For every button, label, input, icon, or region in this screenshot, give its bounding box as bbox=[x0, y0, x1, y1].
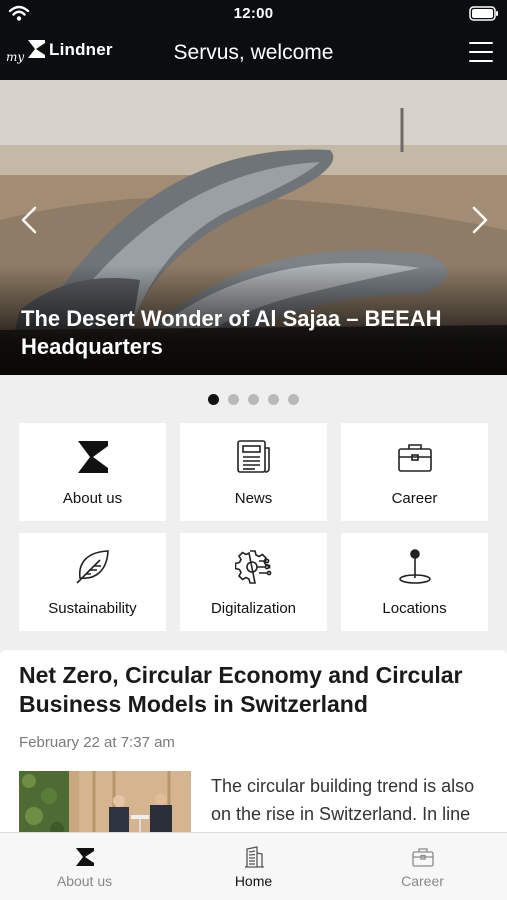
gear-circuit-icon bbox=[234, 550, 271, 584]
briefcase-icon bbox=[397, 444, 432, 472]
tile-label: Sustainability bbox=[48, 600, 137, 617]
app-screen: 12:00 my Lindner Servus, welcome The Des… bbox=[0, 0, 507, 900]
tile-locations[interactable]: Locations bbox=[341, 533, 488, 631]
article-date: February 22 at 7:37 am bbox=[19, 734, 175, 751]
tile-label: About us bbox=[62, 490, 123, 507]
pagination-dot[interactable] bbox=[248, 394, 259, 405]
article-excerpt[interactable]: The circular building trend is also on t… bbox=[211, 772, 487, 828]
hero-caption[interactable]: The Desert Wonder of Al Sajaa – BEEAH He… bbox=[21, 305, 487, 361]
tile-label: Locations bbox=[382, 600, 447, 617]
pagination-dot[interactable] bbox=[208, 394, 219, 405]
battery-icon bbox=[469, 6, 498, 21]
tab-label: Home bbox=[234, 873, 273, 889]
app-header: my Lindner Servus, welcome bbox=[0, 28, 507, 80]
article-thumbnail[interactable] bbox=[19, 771, 191, 841]
tile-about-us[interactable]: About us bbox=[19, 423, 166, 521]
newspaper-icon bbox=[236, 440, 270, 473]
tab-label: About us bbox=[56, 873, 113, 889]
pagination-dot[interactable] bbox=[288, 394, 299, 405]
chevron-left-icon[interactable] bbox=[10, 200, 50, 240]
tile-sustainability[interactable]: Sustainability bbox=[19, 533, 166, 631]
tile-label: Digitalization bbox=[210, 600, 297, 617]
tile-news[interactable]: News bbox=[180, 423, 327, 521]
tab-home[interactable]: Home bbox=[169, 833, 338, 900]
welcome-title: Servus, welcome bbox=[173, 41, 334, 64]
lindner-logo-icon bbox=[77, 441, 108, 473]
bottom-tab-bar: About us Home Career bbox=[0, 832, 507, 900]
tab-about-us[interactable]: About us bbox=[0, 833, 169, 900]
chevron-right-icon[interactable] bbox=[459, 200, 499, 240]
pagination-dot[interactable] bbox=[228, 394, 239, 405]
briefcase-icon bbox=[411, 848, 434, 867]
leaf-icon bbox=[75, 550, 109, 584]
news-article-card[interactable]: Net Zero, Circular Economy and Circular … bbox=[0, 650, 507, 850]
tile-career[interactable]: Career bbox=[341, 423, 488, 521]
lindner-logo-icon bbox=[75, 848, 94, 866]
hamburger-menu-icon[interactable] bbox=[469, 42, 493, 64]
tile-digitalization[interactable]: Digitalization bbox=[180, 533, 327, 631]
tile-label: News bbox=[234, 490, 273, 507]
pagination-dot[interactable] bbox=[268, 394, 279, 405]
status-time: 12:00 bbox=[233, 5, 274, 22]
hero-carousel[interactable]: The Desert Wonder of Al Sajaa – BEEAH He… bbox=[0, 80, 507, 375]
tab-career[interactable]: Career bbox=[338, 833, 507, 900]
status-bar: 12:00 bbox=[0, 0, 507, 28]
carousel-pagination bbox=[0, 394, 507, 406]
feature-tiles: About us News Career Sustainability Digi… bbox=[19, 423, 489, 631]
tab-label: Career bbox=[401, 873, 444, 889]
tile-label: Career bbox=[391, 490, 438, 507]
building-icon bbox=[244, 846, 264, 868]
location-pin-icon bbox=[398, 549, 431, 584]
article-headline[interactable]: Net Zero, Circular Economy and Circular … bbox=[19, 661, 483, 719]
